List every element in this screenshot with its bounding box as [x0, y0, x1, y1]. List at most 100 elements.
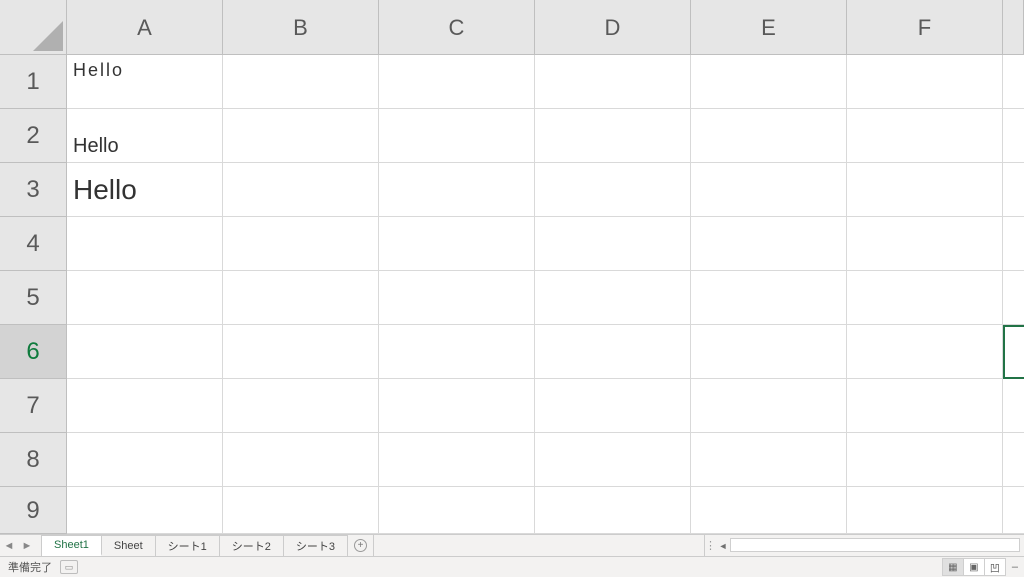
row-header[interactable]: 1 [0, 55, 66, 109]
cell-F8[interactable] [847, 433, 1003, 486]
cell-G5[interactable] [1003, 271, 1024, 324]
cell-D7[interactable] [535, 379, 691, 432]
sheet-tab[interactable]: シート3 [284, 535, 348, 556]
cell-E9[interactable] [691, 487, 847, 533]
row-header[interactable]: 4 [0, 217, 66, 271]
cell-C3[interactable] [379, 163, 535, 216]
cell-C4[interactable] [379, 217, 535, 270]
tab-split-handle-icon[interactable]: ⋮ [704, 535, 716, 556]
worksheet-grid[interactable]: A B C D E F 1 2 3 4 5 6 7 8 9 Hello Hell… [0, 0, 1024, 534]
cell-A7[interactable] [67, 379, 223, 432]
cell-F7[interactable] [847, 379, 1003, 432]
cell-F1[interactable] [847, 55, 1003, 108]
row-header[interactable]: 6 [0, 325, 66, 379]
column-header[interactable]: B [223, 0, 379, 54]
cell-D6[interactable] [535, 325, 691, 378]
cell-G7[interactable] [1003, 379, 1024, 432]
tab-nav-next-icon[interactable]: ► [18, 535, 36, 556]
row-header[interactable]: 3 [0, 163, 66, 217]
cell-A8[interactable] [67, 433, 223, 486]
cell-B4[interactable] [223, 217, 379, 270]
cell-B7[interactable] [223, 379, 379, 432]
cell-B5[interactable] [223, 271, 379, 324]
column-header[interactable]: E [691, 0, 847, 54]
cell-C1[interactable] [379, 55, 535, 108]
cell-C7[interactable] [379, 379, 535, 432]
cell-A1[interactable]: Hello [67, 55, 223, 108]
cell-A3[interactable]: Hello [67, 163, 223, 216]
cell-D9[interactable] [535, 487, 691, 533]
cell-D5[interactable] [535, 271, 691, 324]
cells-area[interactable]: Hello Hello Hello [67, 55, 1024, 534]
cell-E6[interactable] [691, 325, 847, 378]
view-page-layout-button[interactable]: ▣ [963, 558, 985, 576]
cell-F9[interactable] [847, 487, 1003, 533]
row-header[interactable]: 2 [0, 109, 66, 163]
add-sheet-button[interactable]: + [348, 535, 374, 556]
cell-B3[interactable] [223, 163, 379, 216]
sheet-tab[interactable]: シート1 [156, 535, 220, 556]
row-header[interactable]: 9 [0, 487, 66, 534]
cell-B9[interactable] [223, 487, 379, 533]
cell-A4[interactable] [67, 217, 223, 270]
select-all-corner[interactable] [0, 0, 67, 55]
cell-A5[interactable] [67, 271, 223, 324]
sheet-tab[interactable]: シート2 [220, 535, 284, 556]
view-page-break-button[interactable]: 凹 [984, 558, 1006, 576]
cell-E8[interactable] [691, 433, 847, 486]
cell-E2[interactable] [691, 109, 847, 162]
cell-A9[interactable] [67, 487, 223, 533]
macro-record-icon[interactable]: ▭ [60, 560, 78, 574]
cell-G3[interactable] [1003, 163, 1024, 216]
cell-C9[interactable] [379, 487, 535, 533]
cell-C6[interactable] [379, 325, 535, 378]
row-header[interactable]: 7 [0, 379, 66, 433]
cell-B8[interactable] [223, 433, 379, 486]
cell-B2[interactable] [223, 109, 379, 162]
cell-F6[interactable] [847, 325, 1003, 378]
cell-F4[interactable] [847, 217, 1003, 270]
cell-C8[interactable] [379, 433, 535, 486]
cell-G4[interactable] [1003, 217, 1024, 270]
sheet-tab[interactable]: Sheet1 [42, 535, 102, 556]
cell-B6[interactable] [223, 325, 379, 378]
cell-G2[interactable] [1003, 109, 1024, 162]
hscroll-left-icon[interactable]: ◄ [716, 535, 730, 556]
cell-D1[interactable] [535, 55, 691, 108]
cell-G9[interactable] [1003, 487, 1024, 533]
cell-G8[interactable] [1003, 433, 1024, 486]
cell-F3[interactable] [847, 163, 1003, 216]
column-header[interactable]: C [379, 0, 535, 54]
row-header[interactable]: 5 [0, 271, 66, 325]
cell-D8[interactable] [535, 433, 691, 486]
zoom-out-icon[interactable]: – [1006, 561, 1024, 573]
column-header[interactable] [1003, 0, 1024, 54]
column-header[interactable]: F [847, 0, 1003, 54]
cell-A6[interactable] [67, 325, 223, 378]
row-header[interactable]: 8 [0, 433, 66, 487]
column-header[interactable]: A [67, 0, 223, 54]
cell-E1[interactable] [691, 55, 847, 108]
cell-B1[interactable] [223, 55, 379, 108]
tab-nav-prev-icon[interactable]: ◄ [0, 535, 18, 556]
horizontal-scrollbar[interactable] [730, 538, 1020, 552]
cell-D2[interactable] [535, 109, 691, 162]
column-header[interactable]: D [535, 0, 691, 54]
cell-C5[interactable] [379, 271, 535, 324]
cell-F5[interactable] [847, 271, 1003, 324]
cell-E3[interactable] [691, 163, 847, 216]
cell-E5[interactable] [691, 271, 847, 324]
cell-E4[interactable] [691, 217, 847, 270]
cell-C2[interactable] [379, 109, 535, 162]
sheet-tab[interactable]: Sheet [102, 535, 156, 556]
cell-F2[interactable] [847, 109, 1003, 162]
status-ready-label: 準備完了 [0, 559, 60, 575]
cell-E7[interactable] [691, 379, 847, 432]
cell-G1[interactable] [1003, 55, 1024, 108]
cell-D4[interactable] [535, 217, 691, 270]
status-bar: 準備完了 ▭ ▦ ▣ 凹 – [0, 556, 1024, 577]
view-normal-button[interactable]: ▦ [942, 558, 964, 576]
cell-G6[interactable] [1003, 325, 1024, 378]
cell-A2[interactable]: Hello [67, 109, 223, 162]
cell-D3[interactable] [535, 163, 691, 216]
